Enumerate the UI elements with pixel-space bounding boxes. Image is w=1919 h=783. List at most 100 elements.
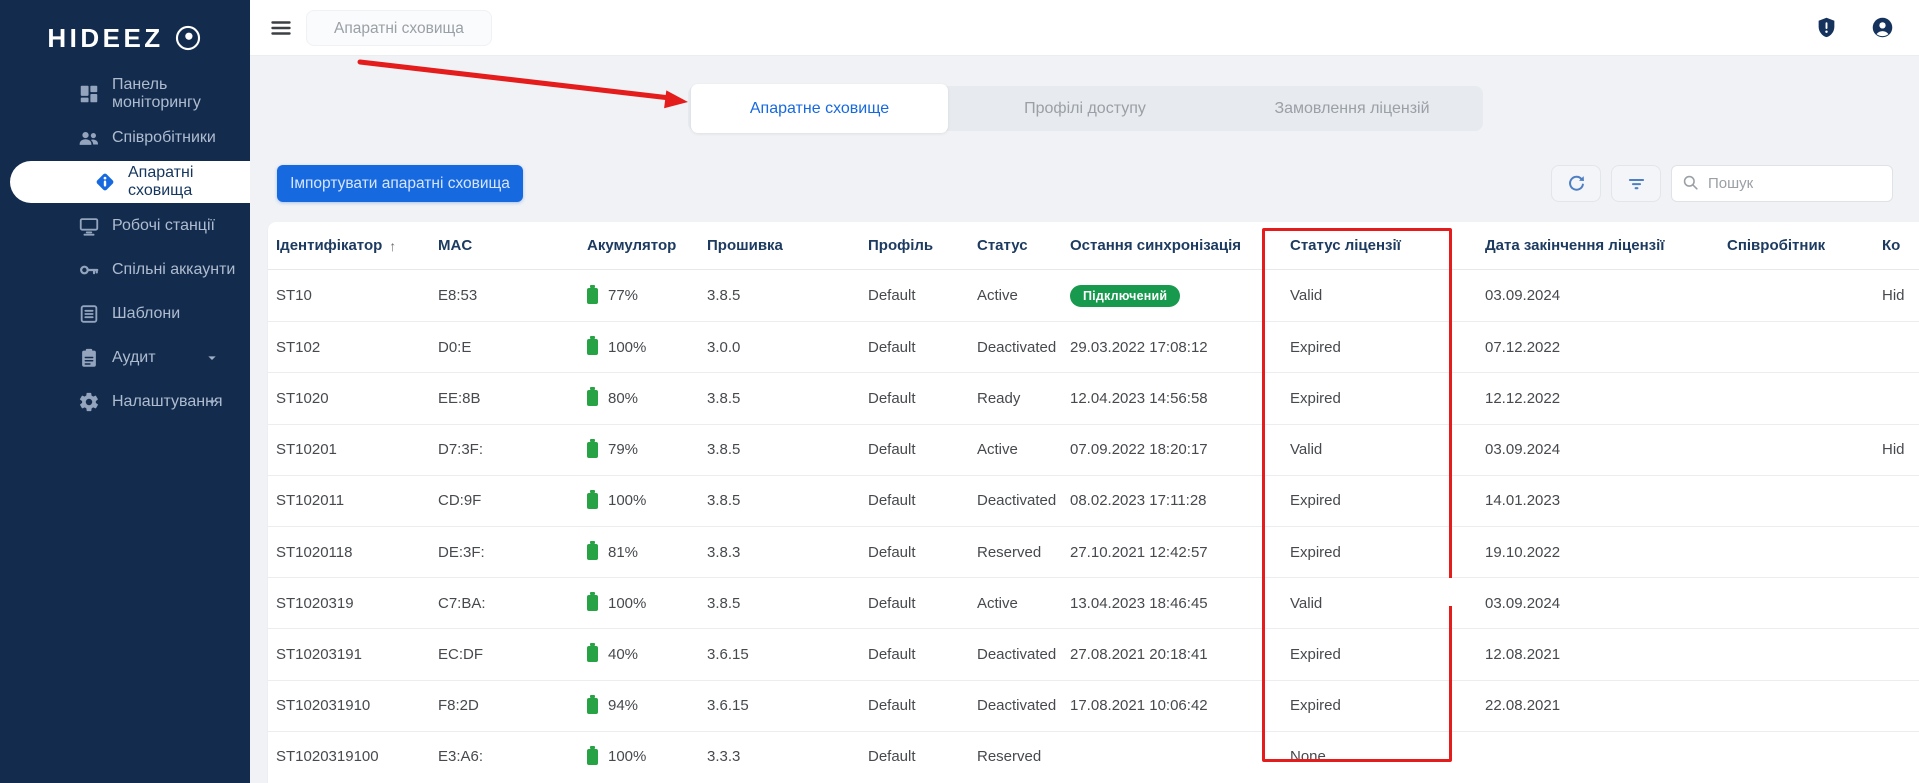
column-header-license[interactable]: Статус ліцензії	[1290, 222, 1401, 269]
sidebar-item-hardware-vaults[interactable]: Апаратні сховища	[10, 161, 250, 203]
cell-last_sync: Підключений	[1070, 270, 1181, 321]
column-header-profile[interactable]: Профіль	[868, 222, 933, 269]
sidebar-item-shared-accounts[interactable]: Спільні аккаунти	[0, 248, 250, 292]
cell-battery: 80%	[587, 373, 638, 423]
table-row[interactable]: ST102 D0:E 100% 3.0.0 Default Deactivated 29.0…	[268, 321, 1919, 372]
vaults-table: Ідентифікатор ↑ MAC Акумулятор Прошивка Профі…	[268, 222, 1919, 783]
people-icon	[78, 127, 100, 149]
page-title-chip: Апаратні сховища	[306, 9, 492, 46]
menu-icon[interactable]	[268, 16, 294, 40]
cell-mac: EC:DF	[438, 645, 483, 663]
tabstrip: Апаратне сховище Профілі доступу Замовленн…	[688, 84, 1483, 133]
sidebar-nav: Панель моніторингу Співробітники Апаратні …	[0, 72, 250, 424]
tab-hardware-vault[interactable]: Апаратне сховище	[691, 84, 948, 133]
cell-firmware: 3.6.15	[707, 645, 749, 663]
filter-icon	[1626, 173, 1647, 194]
workstation-icon	[78, 215, 100, 237]
cell-battery: 100%	[587, 732, 646, 782]
tab-license-orders[interactable]: Замовлення ліцензій	[1223, 86, 1481, 131]
cell-id: ST10	[276, 287, 312, 305]
sidebar-item-templates[interactable]: Шаблони	[0, 292, 250, 336]
sidebar-item-label: Шаблони	[112, 305, 181, 322]
sidebar-item-dashboard[interactable]: Панель моніторингу	[0, 72, 250, 116]
sidebar-item-label: Апаратні сховища	[128, 164, 194, 199]
cell-status: Active	[977, 441, 1018, 459]
import-vaults-button[interactable]: Імпортувати апаратні сховища	[277, 165, 523, 202]
key-icon	[78, 259, 100, 281]
cell-license: Valid	[1290, 594, 1323, 612]
cell-mac: EE:8B	[438, 389, 481, 407]
cell-status: Active	[977, 594, 1018, 612]
cell-profile: Default	[868, 492, 916, 510]
app-logo[interactable]: HIDEEZ	[0, 12, 250, 64]
cell-last_sync: 29.03.2022 17:08:12	[1070, 338, 1208, 356]
table-row[interactable]: ST1020 EE:8B 80% 3.8.5 Default Ready 12.04.202…	[268, 372, 1919, 423]
cell-status: Reserved	[977, 543, 1042, 561]
cell-last_sync: 13.04.2023 18:46:45	[1070, 594, 1208, 612]
cell-status: Deactivated	[977, 492, 1057, 510]
table-row[interactable]: ST1020118 DE:3F: 81% 3.8.3 Default Reserved 27…	[268, 526, 1919, 577]
cell-last_sync: 08.02.2023 17:11:28	[1070, 492, 1207, 510]
shield-alert-icon[interactable]	[1815, 16, 1838, 39]
cell-license_end: 22.08.2021	[1485, 697, 1561, 715]
tab-access-profiles[interactable]: Профілі доступу	[947, 86, 1223, 131]
filter-button[interactable]	[1611, 165, 1661, 202]
search-input[interactable]	[1671, 165, 1893, 202]
cell-mac: F8:2D	[438, 697, 479, 715]
sidebar-item-workstations[interactable]: Робочі станції	[0, 204, 250, 248]
sidebar-item-label: Панель моніторингу	[112, 76, 201, 111]
battery-icon	[587, 438, 598, 458]
sidebar-item-settings[interactable]: Налаштування	[0, 380, 250, 424]
cell-license_end: 03.09.2024	[1485, 441, 1561, 459]
table-header-row: Ідентифікатор ↑ MAC Акумулятор Прошивка Профі…	[268, 222, 1919, 270]
table-row[interactable]: ST102031910 F8:2D 94% 3.6.15 Default Deactiva…	[268, 679, 1919, 731]
cell-license: Valid	[1290, 441, 1323, 459]
column-header-mac[interactable]: MAC	[438, 222, 472, 269]
sidebar-item-label: Аудит	[112, 349, 156, 366]
cell-id: ST1020118	[276, 543, 353, 561]
column-header-battery[interactable]: Акумулятор	[587, 222, 676, 269]
cell-license_end: 03.09.2024	[1485, 287, 1561, 305]
column-header-id[interactable]: Ідентифікатор ↑	[276, 222, 396, 269]
settings-icon	[78, 391, 100, 413]
battery-icon	[587, 336, 598, 356]
battery-icon	[587, 489, 598, 509]
refresh-button[interactable]	[1551, 165, 1601, 202]
column-header-employee[interactable]: Співробітник	[1727, 222, 1825, 269]
account-icon[interactable]	[1871, 16, 1894, 39]
sidebar-item-audit[interactable]: Аудит	[0, 336, 250, 380]
column-header-last_sync[interactable]: Остання синхронізація	[1070, 222, 1241, 269]
column-header-license_end[interactable]: Дата закінчення ліцензії	[1485, 222, 1664, 269]
cell-license: Expired	[1290, 389, 1341, 407]
cell-profile: Default	[868, 441, 916, 459]
cell-last_sync: 27.10.2021 12:42:57	[1070, 543, 1208, 561]
cell-mac: CD:9F	[438, 492, 482, 510]
table-row[interactable]: ST10201 D7:3F: 79% 3.8.5 Default Active 07.09.…	[268, 423, 1919, 475]
sidebar-item-label: Робочі станції	[112, 217, 215, 234]
cell-status: Deactivated	[977, 697, 1057, 715]
sidebar: HIDEEZ Панель моніторингу Співробітники Ап…	[0, 0, 250, 783]
cell-battery: 94%	[587, 681, 638, 731]
table-row[interactable]: ST10203191 EC:DF 40% 3.6.15 Default Deactivat…	[268, 628, 1919, 679]
table-row[interactable]: ST1020319 C7:BA: 100% 3.8.5 Default Active 13.…	[268, 577, 1919, 628]
cell-status: Active	[977, 287, 1018, 305]
column-header-extra[interactable]: Ко	[1882, 222, 1900, 269]
column-header-status[interactable]: Статус	[977, 222, 1028, 269]
table-row[interactable]: ST102011 CD:9F 100% 3.8.5 Default Deactivated…	[268, 474, 1919, 526]
table-row[interactable]: ST1020319100 E3:A6: 100% 3.3.3 Default Reserv…	[268, 730, 1919, 782]
sidebar-item-employees[interactable]: Співробітники	[0, 116, 250, 160]
table-row[interactable]: ST10 E8:53 77% 3.8.5 Default Active Підключени…	[268, 270, 1919, 321]
cell-profile: Default	[868, 594, 916, 612]
sort-asc-icon: ↑	[389, 237, 397, 254]
cell-firmware: 3.8.5	[707, 441, 741, 459]
cell-firmware: 3.8.5	[707, 389, 741, 407]
refresh-icon	[1566, 173, 1587, 194]
cell-battery: 79%	[587, 425, 638, 475]
cell-last_sync: 17.08.2021 10:06:42	[1070, 697, 1208, 715]
column-header-firmware[interactable]: Прошивка	[707, 222, 783, 269]
cell-license_end: 12.08.2021	[1485, 645, 1561, 663]
cell-profile: Default	[868, 543, 916, 561]
cell-id: ST10203191	[276, 645, 362, 663]
cell-firmware: 3.8.5	[707, 287, 741, 305]
battery-icon	[587, 387, 598, 407]
